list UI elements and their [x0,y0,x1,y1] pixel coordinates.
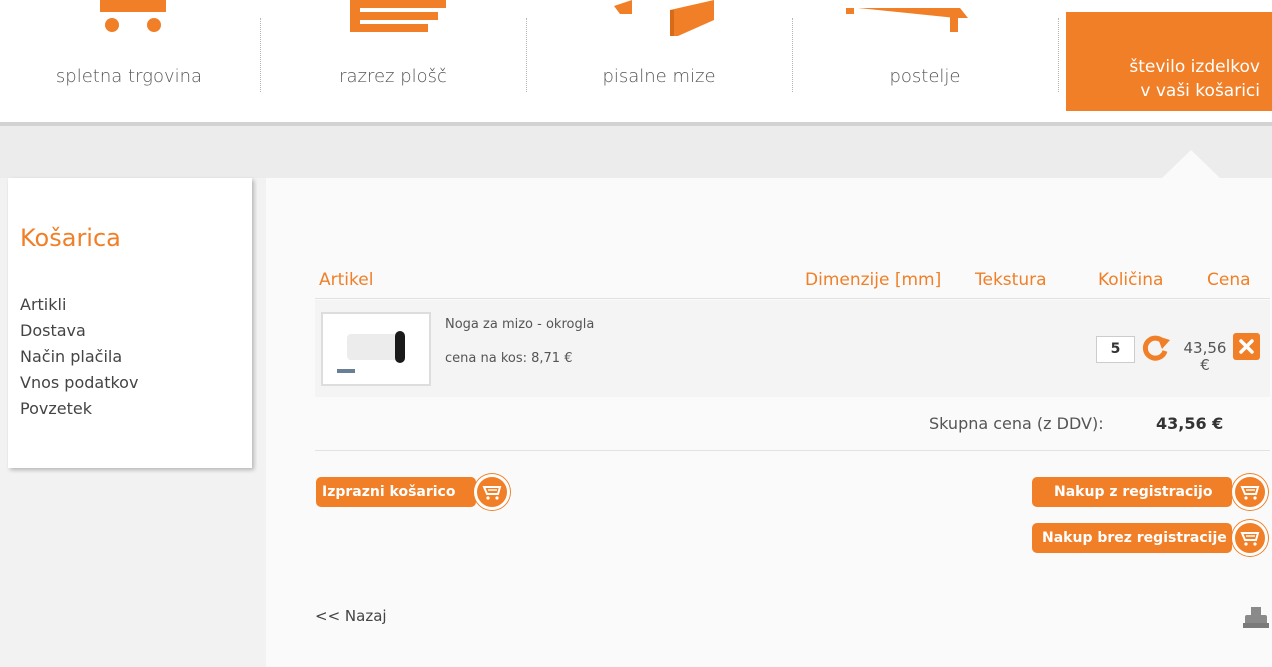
column-header-quantity: Količina [1098,270,1164,290]
product-thumbnail[interactable] [321,312,431,386]
cart-icon [1232,474,1268,510]
nav-item-desks[interactable]: pisalne mize [528,0,790,110]
column-header-price: Cena [1207,270,1251,290]
cart-icon [1232,520,1268,556]
close-icon [1239,339,1254,354]
sidebar: Košarica Artikli Dostava Način plačila V… [8,178,252,468]
nav-divider [260,18,261,92]
nav-divider [792,18,793,92]
total-value: 43,56 € [1156,414,1224,433]
cart-icon [100,0,166,32]
panels-icon [350,0,446,32]
cart-count-line1: število izdelkov [1129,57,1260,77]
nav-item-panel-cutting[interactable]: razrez plošč [262,0,524,110]
sidebar-item-delivery[interactable]: Dostava [20,318,138,344]
main-content-panel [266,178,1272,667]
refresh-icon[interactable] [1141,332,1171,362]
printer-icon[interactable] [1242,606,1270,632]
cart-count-line2: v vaši košarici [1140,81,1260,101]
nav-divider [526,18,527,92]
row-price-value: 43,56 [1183,339,1227,357]
product-name: Noga za mizo - okrogla [445,317,595,332]
quantity-input[interactable]: 5 [1096,336,1135,363]
column-header-article: Artikel [319,270,374,290]
column-header-texture: Tekstura [975,270,1047,290]
sidebar-steps: Artikli Dostava Način plačila Vnos podat… [20,292,138,422]
table-header-divider [315,298,1270,299]
product-image-cap [395,331,405,363]
remove-item-button[interactable] [1233,333,1260,360]
sidebar-item-articles[interactable]: Artikli [20,292,138,318]
row-price: 43,56 € [1179,340,1231,374]
sidebar-title: Košarica [20,224,121,252]
top-navigation: spletna trgovina razrez plošč pisalne mi… [0,0,1272,122]
bed-icon [846,8,968,32]
sidebar-item-summary[interactable]: Povzetek [20,396,138,422]
desk-icon [614,0,714,36]
nav-item-label: spletna trgovina [55,66,203,87]
buy-without-registration-label: Nakup brez registracije [1042,530,1227,546]
sidebar-item-payment[interactable]: Način plačila [20,344,138,370]
nav-item-label: postelje [889,66,961,87]
empty-cart-button[interactable]: Izprazni košarico [316,474,510,510]
empty-cart-label: Izprazni košarico [322,484,456,500]
cart-count-box[interactable]: število izdelkov v vaši košarici [1066,12,1272,111]
row-price-currency: € [1200,356,1210,374]
nav-item-label: pisalne mize [602,66,716,87]
cart-pointer-caret [1162,150,1220,178]
product-image-body [347,334,399,360]
nav-item-beds[interactable]: postelje [794,0,1056,110]
nav-item-shop[interactable]: spletna trgovina [0,0,258,110]
back-link[interactable]: << Nazaj [315,607,387,625]
nav-divider [1058,18,1059,92]
column-header-dimensions: Dimenzije [mm] [805,270,942,290]
header-strip [0,126,1272,178]
total-divider [315,450,1270,451]
product-unit-price: cena na kos: 8,71 € [445,351,573,366]
nav-item-label: razrez plošč [339,66,447,87]
cart-icon [474,474,510,510]
sidebar-item-data-entry[interactable]: Vnos podatkov [20,370,138,396]
buy-with-registration-button[interactable]: Nakup z registracijo [1032,474,1268,510]
product-image-logo [337,369,355,373]
buy-with-registration-label: Nakup z registracijo [1054,484,1213,500]
total-label: Skupna cena (z DDV): [929,414,1104,433]
buy-without-registration-button[interactable]: Nakup brez registracije [1032,520,1268,556]
table-row: Noga za mizo - okrogla cena na kos: 8,71… [315,300,1270,397]
